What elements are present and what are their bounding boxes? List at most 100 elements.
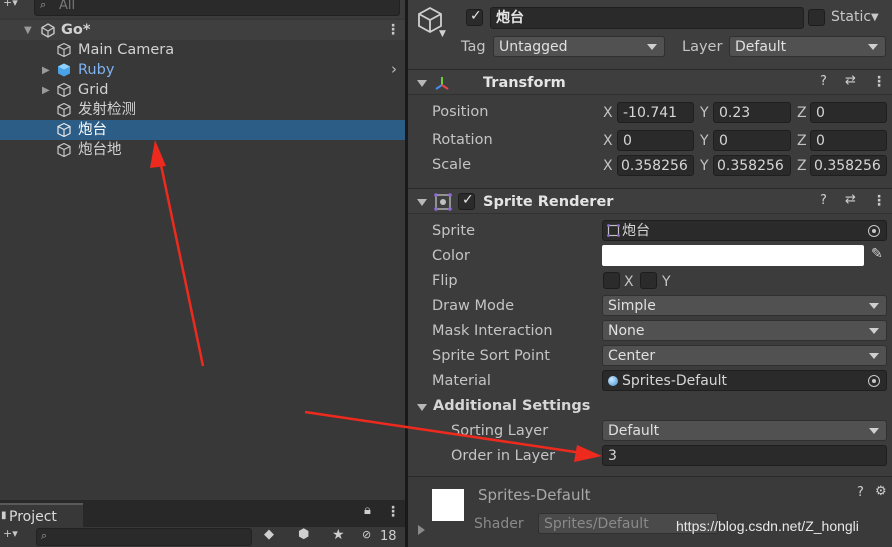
help-icon[interactable]: ? bbox=[820, 194, 827, 207]
rotation-y-input[interactable]: 0 bbox=[713, 130, 791, 151]
scale-x-label: X bbox=[603, 158, 613, 174]
scale-z-input[interactable]: 0.358256 bbox=[810, 155, 887, 176]
hierarchy-item-turret-ground[interactable]: 炮台地 bbox=[0, 140, 405, 160]
settings-gear-icon[interactable]: ⚙ bbox=[875, 485, 887, 498]
color-swatch[interactable] bbox=[602, 245, 864, 266]
chevron-down-icon bbox=[647, 44, 657, 50]
scale-z-label: Z bbox=[797, 158, 807, 174]
active-checkbox[interactable]: ✓ bbox=[466, 8, 483, 26]
item-label: 发射检测 bbox=[78, 102, 136, 118]
material-expand-icon[interactable] bbox=[418, 525, 425, 535]
scale-label: Scale bbox=[432, 157, 472, 173]
expand-icon[interactable]: ▶ bbox=[42, 85, 50, 96]
object-name-input[interactable]: 炮台 bbox=[490, 7, 804, 29]
filter-by-type-icon[interactable]: ◆ bbox=[264, 528, 274, 541]
expand-scene-icon[interactable]: ▼ bbox=[24, 25, 32, 36]
chevron-down-icon bbox=[869, 428, 879, 434]
favorites-star-icon[interactable]: ★ bbox=[332, 528, 345, 542]
rotation-z-input[interactable]: 0 bbox=[810, 130, 887, 151]
create-dropdown-icon[interactable]: +▾ bbox=[3, 528, 18, 539]
item-label: 炮台地 bbox=[78, 142, 122, 158]
scale-x-input[interactable]: 0.358256 bbox=[617, 155, 694, 176]
chevron-down-icon bbox=[869, 328, 879, 334]
icon-dropdown-arrow-icon[interactable]: ▼ bbox=[439, 30, 446, 39]
project-panel: ▮ Project 🔒︎ ⋮ +▾ ⌕ ◆ ⬢ ★ ⊘ 18 bbox=[0, 500, 405, 547]
rotation-x-label: X bbox=[603, 133, 613, 149]
hierarchy-search-input[interactable]: ⌕ All bbox=[34, 0, 400, 16]
rotation-z-label: Z bbox=[797, 133, 807, 149]
project-menu-icon[interactable]: ⋮ bbox=[386, 505, 400, 519]
hierarchy-item-fire-detect[interactable]: 发射检测 bbox=[0, 100, 405, 120]
order-in-layer-label: Order in Layer bbox=[451, 448, 556, 464]
foldout-icon[interactable] bbox=[417, 199, 427, 206]
rotation-y-label: Y bbox=[700, 133, 709, 149]
scale-y-input[interactable]: 0.358256 bbox=[713, 155, 791, 176]
help-icon[interactable]: ? bbox=[857, 486, 864, 499]
material-name: Sprites-Default bbox=[478, 486, 591, 504]
item-label: Ruby bbox=[78, 62, 115, 78]
static-dropdown-icon[interactable]: ▼ bbox=[871, 13, 879, 23]
rotation-label: Rotation bbox=[432, 132, 493, 148]
object-picker-icon[interactable] bbox=[868, 375, 880, 387]
position-y-label: Y bbox=[700, 105, 709, 121]
tag-dropdown[interactable]: Untagged bbox=[493, 36, 665, 57]
gameobject-icon bbox=[57, 42, 71, 58]
hierarchy-item-ruby[interactable]: ▶ Ruby › bbox=[0, 60, 405, 80]
order-in-layer-input[interactable]: 3 bbox=[602, 445, 887, 466]
additional-settings-label[interactable]: Additional Settings bbox=[433, 399, 590, 414]
layer-dropdown[interactable]: Default bbox=[729, 36, 886, 57]
project-toolbar: +▾ ⌕ ◆ ⬢ ★ ⊘ 18 bbox=[0, 527, 405, 547]
additional-settings-foldout-icon[interactable] bbox=[417, 404, 427, 411]
component-menu-icon[interactable]: ⋮ bbox=[872, 194, 886, 208]
component-menu-icon[interactable]: ⋮ bbox=[872, 75, 886, 89]
hidden-packages-icon[interactable]: ⊘ bbox=[362, 529, 371, 540]
project-search-input[interactable]: ⌕ bbox=[36, 528, 252, 546]
sprite-renderer-enabled-checkbox[interactable]: ✓ bbox=[458, 192, 475, 210]
sprite-renderer-header[interactable]: ✓ Sprite Renderer ? ⇄ ⋮ bbox=[408, 188, 892, 214]
object-picker-icon[interactable] bbox=[868, 225, 880, 237]
search-icon: ⌕ bbox=[41, 529, 48, 542]
sprite-sort-point-dropdown[interactable]: Center bbox=[602, 345, 887, 366]
sprite-sort-point-label: Sprite Sort Point bbox=[432, 348, 550, 364]
object-header: ▼ ✓ 炮台 Static ▼ Tag Untagged Layer Defau… bbox=[408, 0, 892, 68]
sprite-asset-icon bbox=[607, 224, 620, 237]
scene-row[interactable]: ▼ Go* ⋮ bbox=[0, 20, 405, 40]
transform-header[interactable]: Transform ? ⇄ ⋮ bbox=[408, 69, 892, 95]
help-icon[interactable]: ? bbox=[820, 75, 827, 88]
rotation-x-input[interactable]: 0 bbox=[617, 130, 694, 151]
flip-y-checkbox[interactable] bbox=[640, 272, 657, 289]
hierarchy-item-main-camera[interactable]: Main Camera bbox=[0, 40, 405, 60]
hierarchy-toolbar: +▾ ⌕ All bbox=[0, 0, 405, 18]
expand-icon[interactable]: ▶ bbox=[42, 65, 50, 76]
presets-icon[interactable]: ⇄ bbox=[845, 74, 856, 87]
foldout-icon[interactable] bbox=[417, 80, 427, 87]
scene-menu-icon[interactable]: ⋮ bbox=[386, 23, 400, 37]
hidden-packages-count: 18 bbox=[380, 529, 397, 544]
draw-mode-dropdown[interactable]: Simple bbox=[602, 295, 887, 316]
tab-project[interactable]: ▮ Project bbox=[0, 503, 83, 527]
filter-by-label-icon[interactable]: ⬢ bbox=[298, 528, 309, 541]
flip-x-label: X bbox=[624, 274, 634, 290]
material-asset-icon bbox=[608, 376, 618, 386]
flip-y-label: Y bbox=[662, 274, 671, 290]
open-prefab-chevron-icon[interactable]: › bbox=[391, 62, 397, 77]
gameobject-icon bbox=[57, 102, 71, 118]
mask-interaction-dropdown[interactable]: None bbox=[602, 320, 887, 341]
eyedropper-icon[interactable]: ✎ bbox=[871, 247, 883, 261]
create-dropdown-icon[interactable]: +▾ bbox=[3, 0, 18, 8]
gameobject-icon bbox=[57, 122, 71, 138]
hierarchy-item-grid[interactable]: ▶ Grid bbox=[0, 80, 405, 100]
presets-icon[interactable]: ⇄ bbox=[845, 193, 856, 206]
hierarchy-item-turret[interactable]: 炮台 bbox=[0, 120, 405, 140]
position-x-input[interactable]: -10.741 bbox=[617, 102, 694, 123]
material-object-field[interactable]: Sprites-Default bbox=[602, 370, 887, 391]
material-preview-swatch[interactable] bbox=[432, 489, 464, 521]
lock-icon[interactable]: 🔒︎ bbox=[364, 504, 371, 517]
static-checkbox[interactable] bbox=[808, 9, 825, 26]
position-y-input[interactable]: 0.23 bbox=[713, 102, 791, 123]
sprite-object-field[interactable]: 炮台 bbox=[602, 220, 887, 241]
position-z-input[interactable]: 0 bbox=[810, 102, 887, 123]
material-section: Sprites-Default ? ⚙ Shader Sprites/Defau… bbox=[408, 476, 892, 547]
flip-x-checkbox[interactable] bbox=[603, 272, 620, 289]
sorting-layer-dropdown[interactable]: Default bbox=[602, 420, 887, 441]
